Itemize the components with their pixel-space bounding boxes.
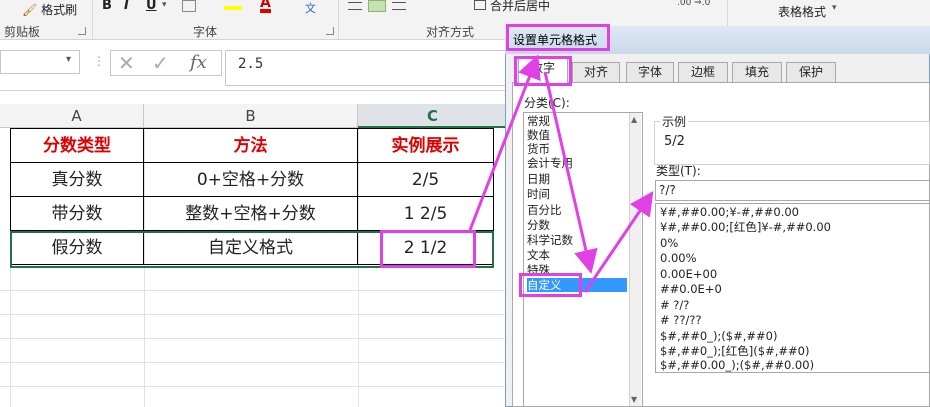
arrow-to-type (583, 191, 654, 293)
annotation-arrows (468, 54, 654, 293)
arrow-to-custom (543, 71, 598, 274)
arrow-to-title (468, 54, 541, 231)
